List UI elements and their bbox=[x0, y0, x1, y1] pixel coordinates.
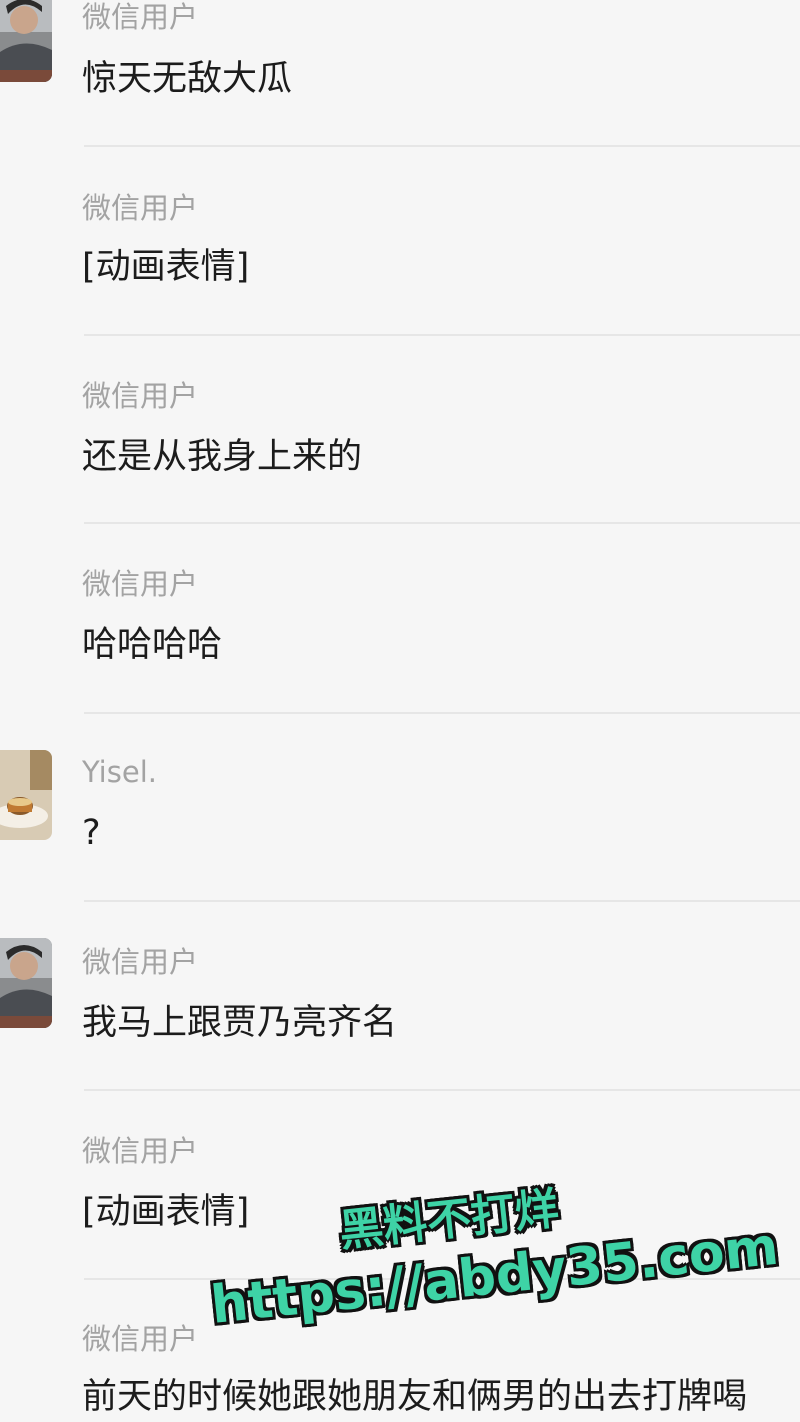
divider bbox=[84, 900, 800, 902]
sender-name: 微信用户 bbox=[82, 191, 199, 225]
avatar[interactable] bbox=[0, 938, 52, 1028]
divider bbox=[84, 522, 800, 524]
message-text: [动画表情] bbox=[82, 247, 250, 287]
message-text: ? bbox=[82, 813, 101, 853]
message-text: 我马上跟贾乃亮齐名 bbox=[82, 1003, 398, 1043]
avatar[interactable] bbox=[0, 0, 52, 82]
divider bbox=[84, 712, 800, 714]
divider bbox=[84, 145, 800, 147]
divider bbox=[84, 1089, 800, 1091]
avatar[interactable] bbox=[0, 750, 52, 840]
chat-message-list[interactable]: 微信用户 惊天无敌大瓜 微信用户 [动画表情] 微信用户 还是从我身上来的 微信… bbox=[0, 0, 800, 1422]
sender-name: 微信用户 bbox=[82, 567, 199, 601]
sender-name: 微信用户 bbox=[82, 379, 199, 413]
message-text: 前天的时候她跟她朋友和俩男的出去打牌喝 bbox=[82, 1377, 748, 1417]
message-text: [动画表情] bbox=[82, 1192, 250, 1232]
sender-name: 微信用户 bbox=[82, 0, 199, 34]
message-text: 哈哈哈哈 bbox=[82, 625, 223, 665]
sender-name: 微信用户 bbox=[82, 1134, 199, 1168]
sender-name: 微信用户 bbox=[82, 945, 199, 979]
message-text: 惊天无敌大瓜 bbox=[82, 59, 293, 99]
sender-name: Yisel. bbox=[82, 755, 157, 789]
sender-name: 微信用户 bbox=[82, 1322, 199, 1356]
message-text: 还是从我身上来的 bbox=[82, 437, 363, 477]
divider bbox=[84, 334, 800, 336]
